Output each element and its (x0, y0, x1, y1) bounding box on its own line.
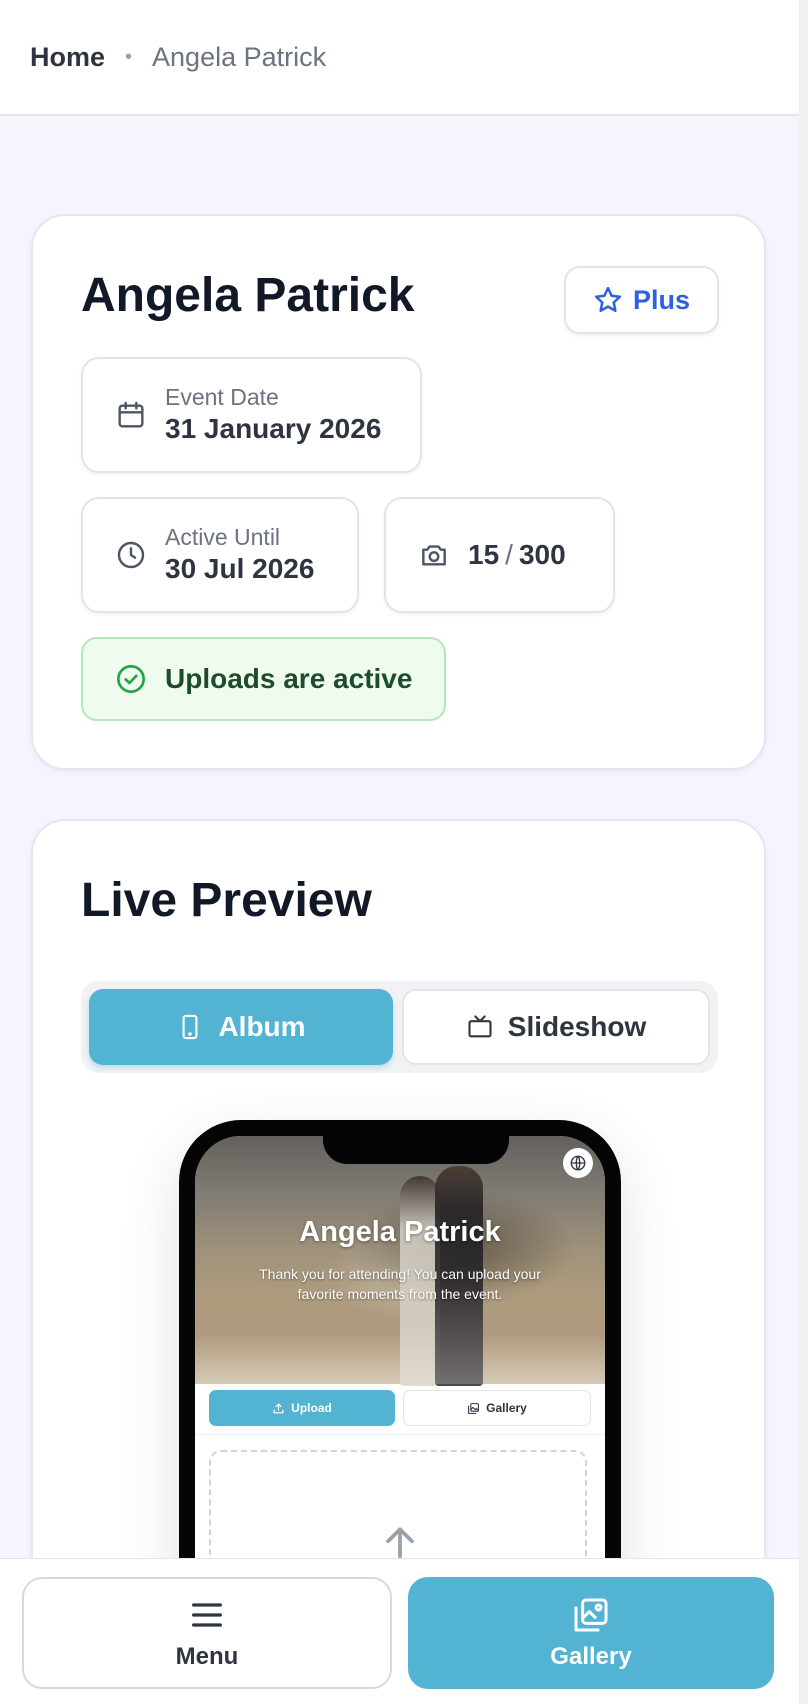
event-date-pill: Event Date 31 January 2026 (81, 357, 422, 473)
event-info-card: Angela Patrick Plus Event Date 31 Januar… (31, 214, 766, 770)
slideshow-mode-label: Slideshow (507, 1011, 647, 1042)
active-until-pill: Active Until 30 Jul 2026 (81, 497, 359, 613)
check-circle-icon (117, 665, 145, 693)
plan-badge-label: Plus (632, 284, 691, 315)
star-icon (594, 286, 622, 312)
menu-icon (192, 1603, 222, 1627)
camera-icon (422, 545, 446, 566)
gallery-icon (468, 1402, 480, 1414)
hero-photo (195, 1136, 605, 1386)
upload-icon (273, 1403, 284, 1413)
breadcrumb-current: Angela Patrick (152, 41, 327, 72)
phone-hero-title: Angela Patrick (299, 1216, 501, 1248)
plan-badge[interactable]: Plus (564, 266, 719, 334)
active-until-label: Active Until (165, 523, 281, 550)
phone-upload-tab[interactable]: Upload (209, 1390, 395, 1426)
gallery-button[interactable]: Gallery (408, 1577, 774, 1689)
language-button[interactable] (563, 1148, 593, 1178)
photo-count-pill: 15/300 (384, 497, 615, 613)
menu-button[interactable]: Menu (22, 1577, 392, 1689)
uploads-status-badge: Uploads are active (81, 637, 446, 721)
globe-icon (570, 1155, 586, 1171)
uploads-status-text: Uploads are active (165, 663, 413, 694)
photo-count: 15/300 (468, 539, 566, 571)
scrollbar-track[interactable] (799, 0, 808, 1704)
gallery-button-label: Gallery (550, 1643, 632, 1670)
slideshow-mode-button[interactable]: Slideshow (402, 989, 710, 1065)
phone-upload-label: Upload (291, 1401, 332, 1415)
photos-used: 15 (468, 539, 500, 570)
event-date-value: 31 January 2026 (165, 413, 382, 445)
breadcrumb-separator: • (125, 45, 133, 68)
menu-button-label: Menu (175, 1643, 239, 1670)
breadcrumb-home-link[interactable]: Home (30, 42, 105, 73)
phone-divider (195, 1434, 605, 1435)
phone-gallery-label: Gallery (486, 1401, 527, 1415)
phone-notch (323, 1136, 509, 1164)
active-until-value: 30 Jul 2026 (165, 553, 315, 585)
event-date-label: Event Date (165, 383, 279, 410)
album-mode-button[interactable]: Album (89, 989, 393, 1065)
album-mode-label: Album (218, 1011, 306, 1042)
preview-title: Live Preview (81, 874, 372, 927)
calendar-icon (118, 401, 144, 428)
clock-icon (117, 541, 145, 569)
preview-mode-toggle: Album Slideshow (81, 981, 718, 1073)
phone-tabs: Upload Gallery (209, 1390, 591, 1426)
breadcrumb: Home • Angela Patrick (0, 0, 799, 116)
gallery-icon (574, 1598, 608, 1632)
arrow-up-icon (386, 1527, 414, 1559)
phone-gallery-tab[interactable]: Gallery (403, 1390, 591, 1426)
tv-icon (468, 1015, 492, 1038)
phone-hero-subtitle: Thank you for attending! You can upload … (259, 1266, 541, 1303)
photos-separator: / (505, 539, 513, 570)
smartphone-icon (182, 1014, 198, 1040)
photos-limit: 300 (518, 539, 566, 570)
event-title: Angela Patrick (81, 269, 415, 322)
bottom-nav: Menu Gallery (0, 1558, 799, 1704)
